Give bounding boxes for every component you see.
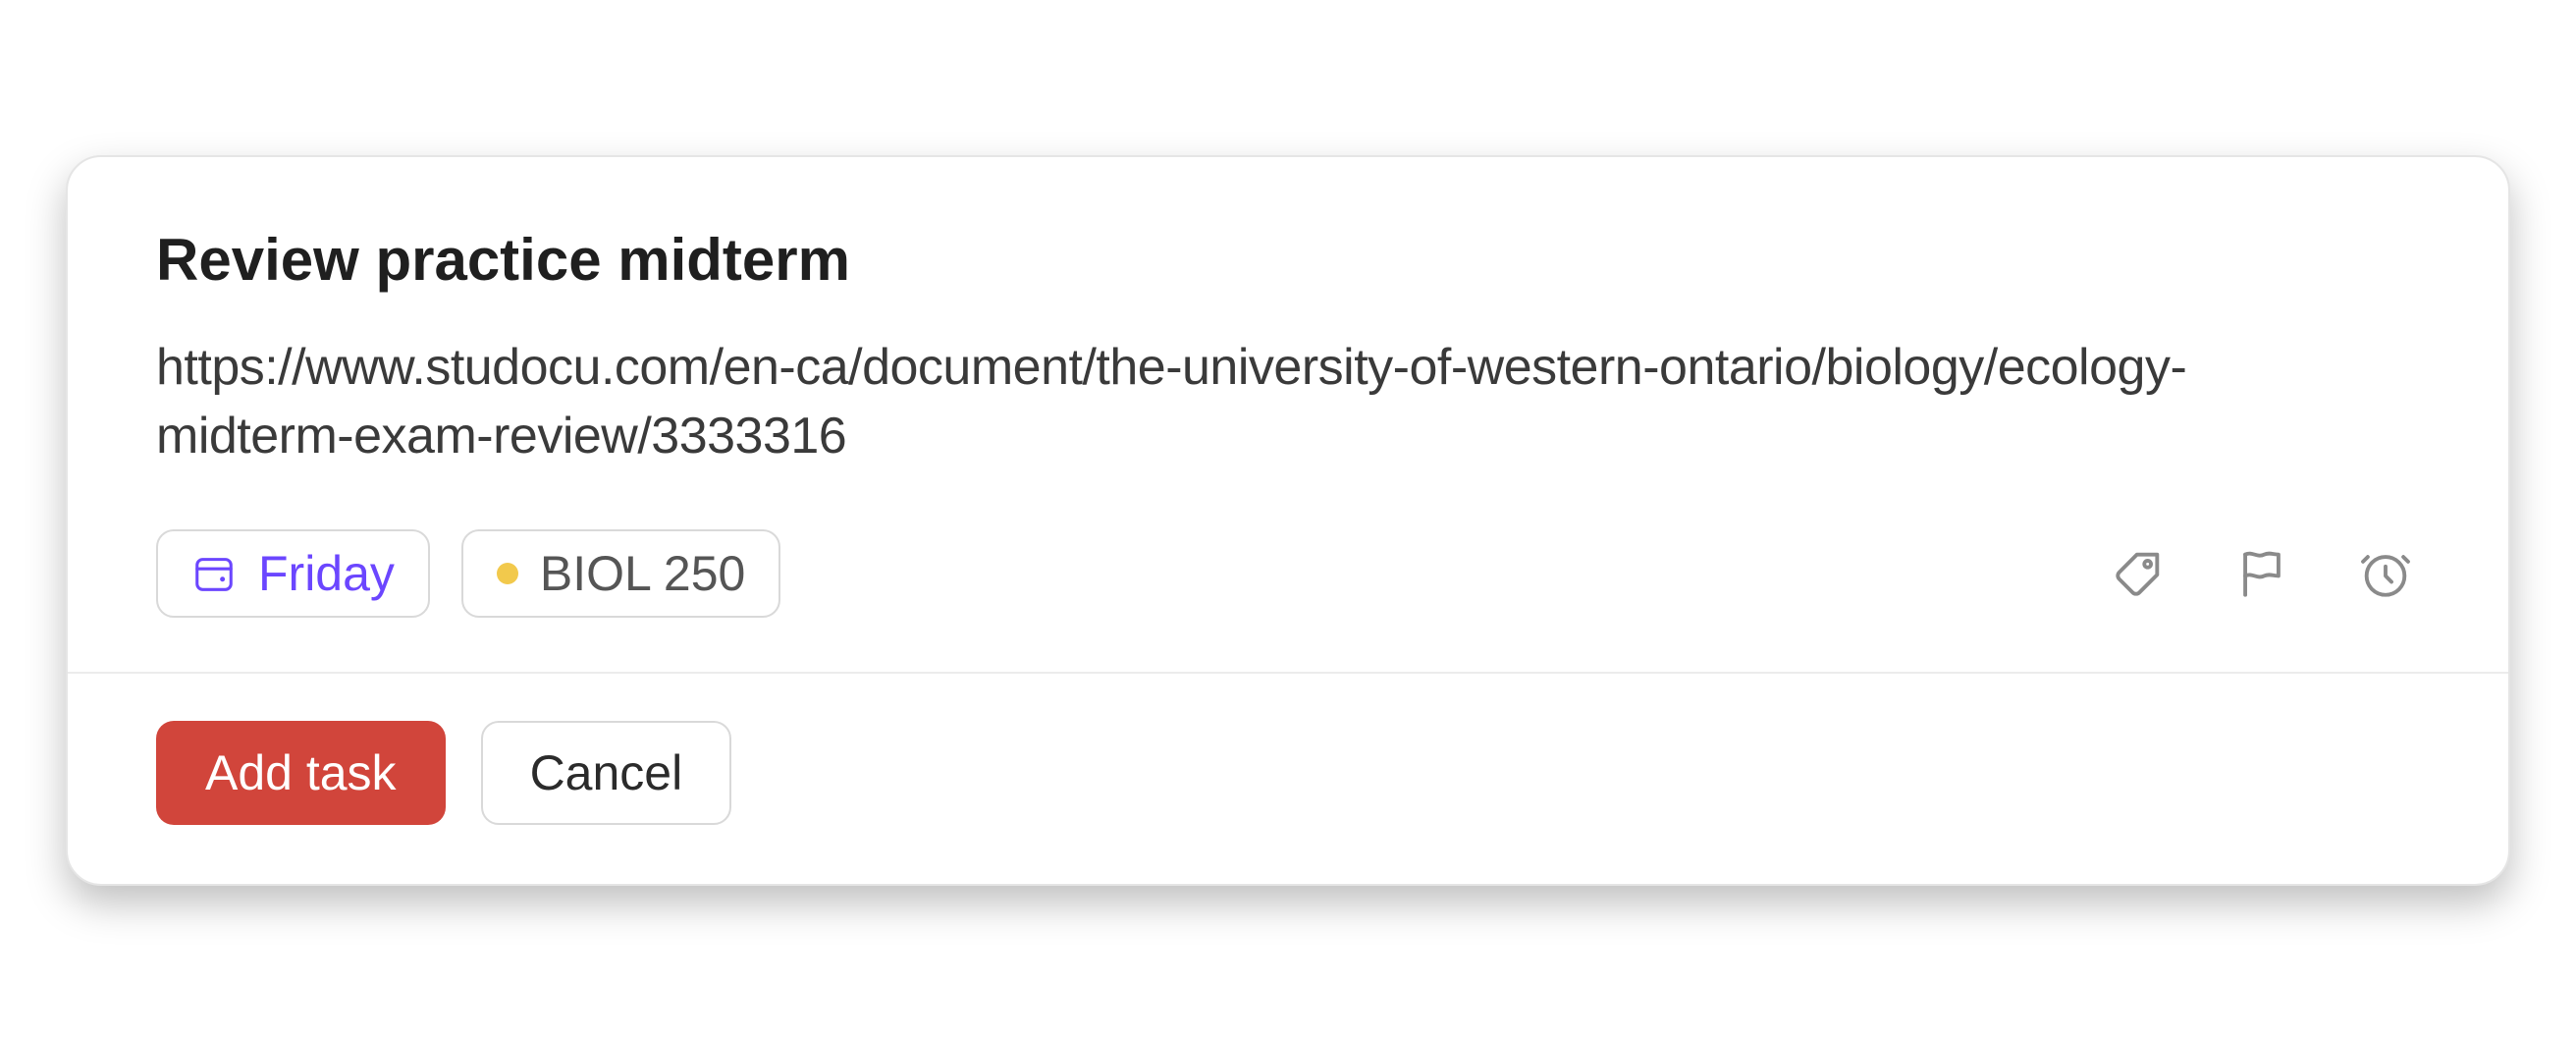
add-task-card: Review practice midterm https://www.stud… xyxy=(66,155,2510,886)
reminder-button[interactable] xyxy=(2351,539,2420,608)
calendar-icon xyxy=(191,551,237,596)
flag-icon xyxy=(2233,545,2290,602)
card-top: Review practice midterm https://www.stud… xyxy=(68,157,2508,672)
add-task-button[interactable]: Add task xyxy=(156,721,446,825)
task-title-input[interactable]: Review practice midterm xyxy=(156,226,2420,294)
project-label: BIOL 250 xyxy=(540,549,745,598)
project-pill[interactable]: BIOL 250 xyxy=(461,529,780,618)
tag-icon xyxy=(2110,545,2167,602)
due-date-pill[interactable]: Friday xyxy=(156,529,430,618)
alarm-icon xyxy=(2357,545,2414,602)
task-description-input[interactable]: https://www.studocu.com/en-ca/document/t… xyxy=(156,333,2218,470)
card-bottom: Add task Cancel xyxy=(68,674,2508,884)
cancel-button[interactable]: Cancel xyxy=(481,721,732,825)
priority-button[interactable] xyxy=(2227,539,2296,608)
pills-row: Friday BIOL 250 xyxy=(156,529,2420,618)
project-color-dot xyxy=(497,563,518,584)
label-button[interactable] xyxy=(2104,539,2173,608)
due-date-label: Friday xyxy=(258,549,395,598)
